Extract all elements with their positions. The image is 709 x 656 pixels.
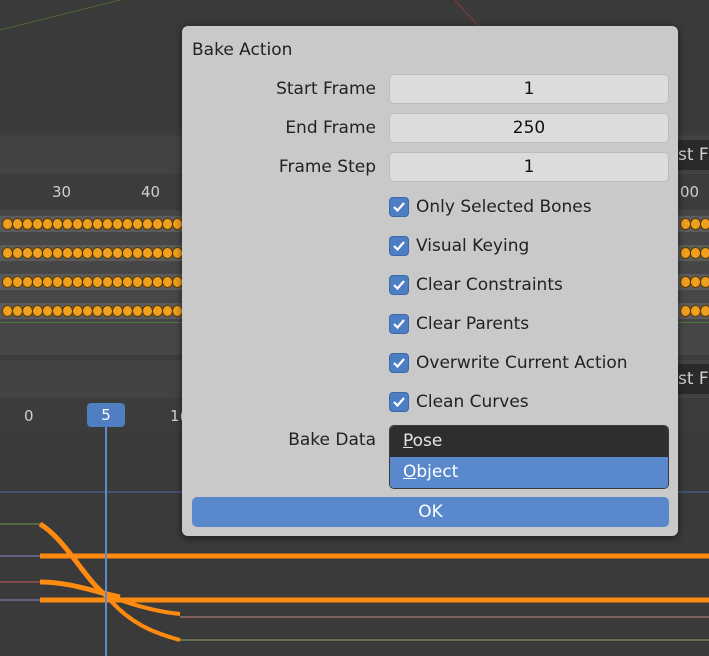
overwrite-current-action-label: Overwrite Current Action [416,353,628,373]
object-rest: bject [416,462,459,482]
ruler-label: 00 [680,183,700,201]
ruler-label: 0 [24,407,34,425]
start-frame-field[interactable]: 1 [389,74,669,104]
checkbox-checked-icon[interactable] [389,392,409,412]
bake-data-menu[interactable]: Pose Object [389,425,669,489]
bake-data-label: Bake Data [288,430,376,450]
clear-constraints-label: Clear Constraints [416,275,563,295]
ruler-label: 30 [52,183,72,201]
ok-label: OK [418,502,443,522]
pose-mnemonic: P [403,431,413,451]
checkbox-checked-icon[interactable] [389,236,409,256]
bake-action-dialog: Bake Action Start Frame 1 End Frame 250 … [182,26,678,536]
visual-keying-label: Visual Keying [416,236,530,256]
checkbox-checked-icon[interactable] [389,314,409,334]
overwrite-current-action-option[interactable]: Overwrite Current Action [389,351,628,375]
checkbox-checked-icon[interactable] [389,275,409,295]
bake-data-option-object[interactable]: Object [390,457,668,488]
ruler-label: 40 [141,183,161,201]
only-selected-bones-label: Only Selected Bones [416,197,592,217]
pose-rest: ose [412,431,443,451]
clear-constraints-option[interactable]: Clear Constraints [389,273,563,297]
visual-keying-option[interactable]: Visual Keying [389,234,529,258]
checkbox-checked-icon[interactable] [389,197,409,217]
only-selected-bones-option[interactable]: Only Selected Bones [389,195,592,219]
start-frame-label: Start Frame [276,79,376,99]
current-frame-line [105,427,107,656]
clear-parents-option[interactable]: Clear Parents [389,312,529,336]
clean-curves-option[interactable]: Clean Curves [389,390,529,414]
end-frame-label: End Frame [285,118,376,138]
ok-button[interactable]: OK [192,497,669,527]
object-mnemonic: O [403,462,417,482]
dialog-title: Bake Action [192,40,293,60]
end-frame-field[interactable]: 250 [389,113,669,143]
frame-step-field[interactable]: 1 [389,152,669,182]
checkbox-checked-icon[interactable] [389,353,409,373]
clear-parents-label: Clear Parents [416,314,530,334]
bake-data-option-pose[interactable]: Pose [390,426,668,457]
clean-curves-label: Clean Curves [416,392,529,412]
frame-step-label: Frame Step [278,157,376,177]
current-frame-indicator[interactable]: 5 [87,403,125,427]
